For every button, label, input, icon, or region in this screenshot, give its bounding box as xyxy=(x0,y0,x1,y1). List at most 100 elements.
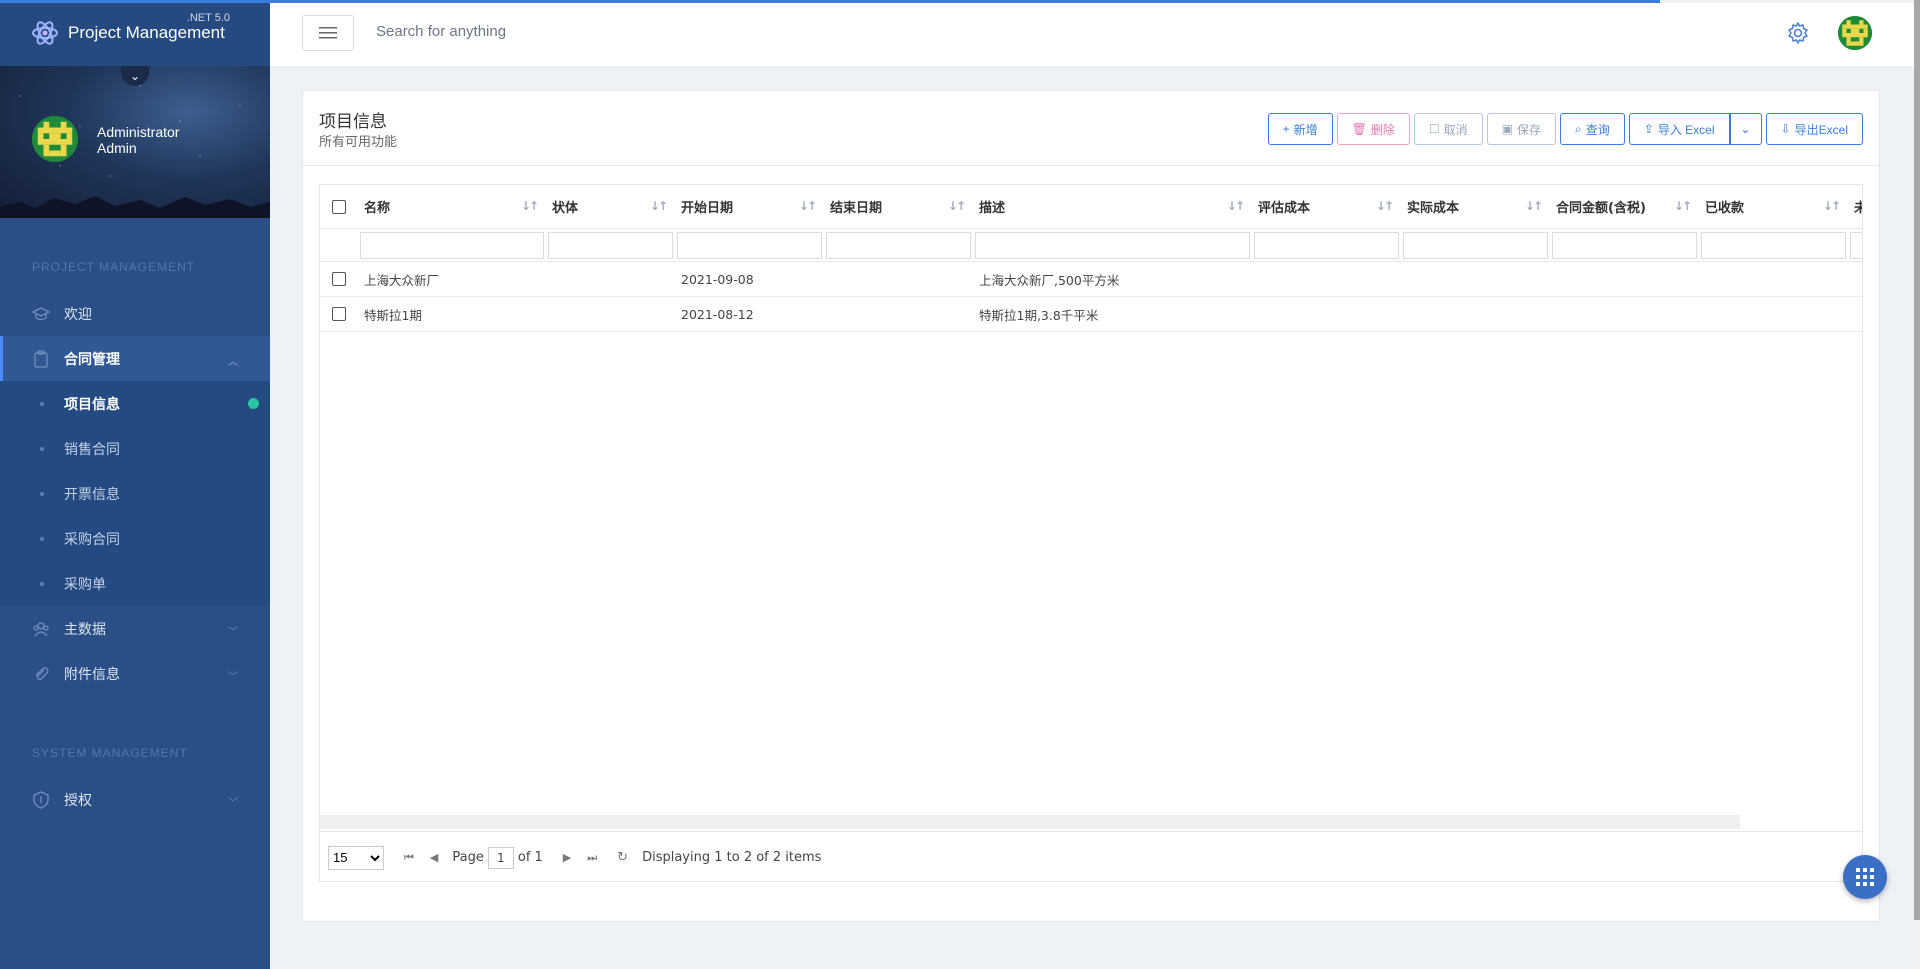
filter-input-actual-cost[interactable] xyxy=(1403,231,1548,259)
sidebar-item-purchase-order[interactable]: 采购单 xyxy=(0,561,270,606)
sort-icon[interactable]: ↓↑ xyxy=(1823,199,1841,213)
sort-icon[interactable]: ↓↑ xyxy=(1674,199,1692,213)
select-all-checkbox-cell[interactable] xyxy=(320,185,358,228)
column-header-start-date[interactable]: 开始日期 ↓↑ xyxy=(675,185,824,228)
page-scrollbar[interactable] xyxy=(1914,0,1920,969)
grid-horizontal-scrollbar[interactable] xyxy=(320,815,1740,829)
row-checkbox-cell[interactable] xyxy=(320,297,358,331)
row-checkbox-cell[interactable] xyxy=(320,262,358,296)
export-excel-button[interactable]: ⇩ 导出Excel xyxy=(1765,113,1863,145)
last-page-icon[interactable]: ⏭ xyxy=(587,851,597,865)
filter-input-contract-amount[interactable] xyxy=(1552,231,1697,259)
sort-icon[interactable]: ↓↑ xyxy=(1525,199,1543,213)
column-header-contract-amount[interactable]: 合同金额(含税) ↓↑ xyxy=(1550,185,1699,228)
filter-input-unreceived[interactable] xyxy=(1850,231,1862,259)
sort-icon[interactable]: ↓↑ xyxy=(799,199,817,213)
hamburger-menu-button[interactable] xyxy=(302,15,354,51)
sidebar-item-sales-contract[interactable]: 销售合同 xyxy=(0,426,270,471)
plus-icon: + xyxy=(1282,122,1290,136)
cell-status[interactable] xyxy=(546,262,675,296)
table-row[interactable]: 特斯拉1期 2021-08-12 特斯拉1期,3.8千平米 xyxy=(320,297,1862,332)
brand[interactable]: Project Management .NET 5.0 xyxy=(0,0,270,66)
sort-icon[interactable]: ↓↑ xyxy=(1376,199,1394,213)
chevron-down-icon: ⌄ xyxy=(129,69,141,83)
grid-filter-row xyxy=(320,229,1862,262)
column-header-status[interactable]: 状体 ↓↑ xyxy=(546,185,675,228)
cell-name[interactable]: 特斯拉1期 xyxy=(358,297,546,331)
hamburger-icon xyxy=(319,27,337,39)
filter-input-status[interactable] xyxy=(548,231,673,259)
column-header-end-date[interactable]: 结束日期 ↓↑ xyxy=(824,185,973,228)
next-page-icon[interactable]: ▶ xyxy=(563,851,571,864)
sidebar-item-label: 欢迎 xyxy=(64,306,92,323)
add-button[interactable]: + 新增 xyxy=(1267,113,1333,145)
refresh-icon[interactable]: ↻ xyxy=(617,850,628,865)
import-excel-split-button: ⇪ 导入 Excel ⌄ xyxy=(1628,113,1762,145)
filter-input-received[interactable] xyxy=(1701,231,1846,259)
row-checkbox[interactable] xyxy=(332,272,346,286)
filter-input-description[interactable] xyxy=(975,231,1250,259)
cell-start-date[interactable]: 2021-09-08 xyxy=(675,262,824,296)
filter-cell xyxy=(824,229,973,261)
gear-icon[interactable] xyxy=(1786,21,1810,45)
sidebar-item-purchase-contract[interactable]: 采购合同 xyxy=(0,516,270,561)
filter-cell xyxy=(358,229,546,261)
chevron-down-icon: ﹀ xyxy=(228,798,238,809)
chevron-down-icon: ﹀ xyxy=(228,672,238,683)
filter-input-name[interactable] xyxy=(360,231,544,259)
cell-description[interactable]: 上海大众新厂,500平方米 xyxy=(973,262,1252,296)
filter-spacer xyxy=(320,229,358,261)
cell-description[interactable]: 特斯拉1期,3.8千平米 xyxy=(973,297,1252,331)
sort-icon[interactable]: ↓↑ xyxy=(948,199,966,213)
nav-section-project: PROJECT MANAGEMENT xyxy=(32,260,196,274)
column-header-received[interactable]: 已收款 ↓↑ xyxy=(1699,185,1848,228)
query-button[interactable]: ⌕ 查询 xyxy=(1560,113,1625,145)
first-page-icon[interactable]: ⏮ xyxy=(404,851,414,865)
page-number-input[interactable]: 1 xyxy=(487,846,514,869)
filter-cell xyxy=(1550,229,1699,261)
apps-grid-button[interactable] xyxy=(1843,855,1887,899)
sidebar-item-master-data[interactable]: 主数据 ﹀ xyxy=(0,606,270,651)
row-checkbox[interactable] xyxy=(332,307,346,321)
scrollbar-thumb[interactable] xyxy=(1914,0,1920,920)
header-user-avatar[interactable] xyxy=(1838,16,1872,50)
sidebar-item-authorization[interactable]: 授权 ﹀ xyxy=(0,777,270,822)
cell-end-date[interactable] xyxy=(824,262,973,296)
sidebar-item-project-info[interactable]: 项目信息 xyxy=(0,381,270,426)
save-button[interactable]: ▣ 保存 xyxy=(1486,113,1557,145)
import-excel-dropdown-button[interactable]: ⌄ xyxy=(1729,113,1762,145)
column-header-description[interactable]: 描述 ↓↑ xyxy=(973,185,1252,228)
sort-icon[interactable]: ↓↑ xyxy=(521,199,539,213)
atom-logo-icon xyxy=(32,21,58,45)
cancel-button[interactable]: ☐ 取消 xyxy=(1413,113,1483,145)
filter-input-estimated-cost[interactable] xyxy=(1254,231,1399,259)
user-avatar[interactable] xyxy=(32,116,78,162)
cell-start-date[interactable]: 2021-08-12 xyxy=(675,297,824,331)
square-icon: ☐ xyxy=(1428,122,1440,136)
app-title: Project Management xyxy=(68,23,225,42)
cell-name[interactable]: 上海大众新厂 xyxy=(358,262,546,296)
sidebar-item-invoice-info[interactable]: 开票信息 xyxy=(0,471,270,516)
select-all-checkbox[interactable] xyxy=(331,199,346,214)
sort-icon[interactable]: ↓↑ xyxy=(650,199,668,213)
sidebar-item-welcome[interactable]: 欢迎 xyxy=(0,291,270,336)
delete-button[interactable]: 🗑 删除 xyxy=(1336,113,1410,145)
column-header-estimated-cost[interactable]: 评估成本 ↓↑ xyxy=(1252,185,1401,228)
cell-status[interactable] xyxy=(546,297,675,331)
global-search-input[interactable] xyxy=(376,23,776,40)
column-header-actual-cost[interactable]: 实际成本 ↓↑ xyxy=(1401,185,1550,228)
column-header-unreceived[interactable]: 未 xyxy=(1848,185,1862,228)
column-header-name[interactable]: 名称 ↓↑ xyxy=(358,185,546,228)
filter-input-start-date[interactable] xyxy=(677,231,822,259)
table-row[interactable]: 上海大众新厂 2021-09-08 上海大众新厂,500平方米 xyxy=(320,262,1862,297)
sort-icon[interactable]: ↓↑ xyxy=(1227,199,1245,213)
sidebar-item-contract-management[interactable]: 合同管理 ︿ xyxy=(0,336,270,381)
sidebar-item-attachments[interactable]: 附件信息 ﹀ xyxy=(0,651,270,696)
prev-page-icon[interactable]: ◀ xyxy=(430,851,438,864)
filter-input-end-date[interactable] xyxy=(826,231,971,259)
cell-end-date[interactable] xyxy=(824,297,973,331)
save-icon: ▣ xyxy=(1501,122,1513,136)
import-excel-button[interactable]: ⇪ 导入 Excel xyxy=(1628,113,1730,145)
page-title: 项目信息 xyxy=(319,112,387,132)
page-size-select[interactable]: 15 xyxy=(328,845,384,870)
